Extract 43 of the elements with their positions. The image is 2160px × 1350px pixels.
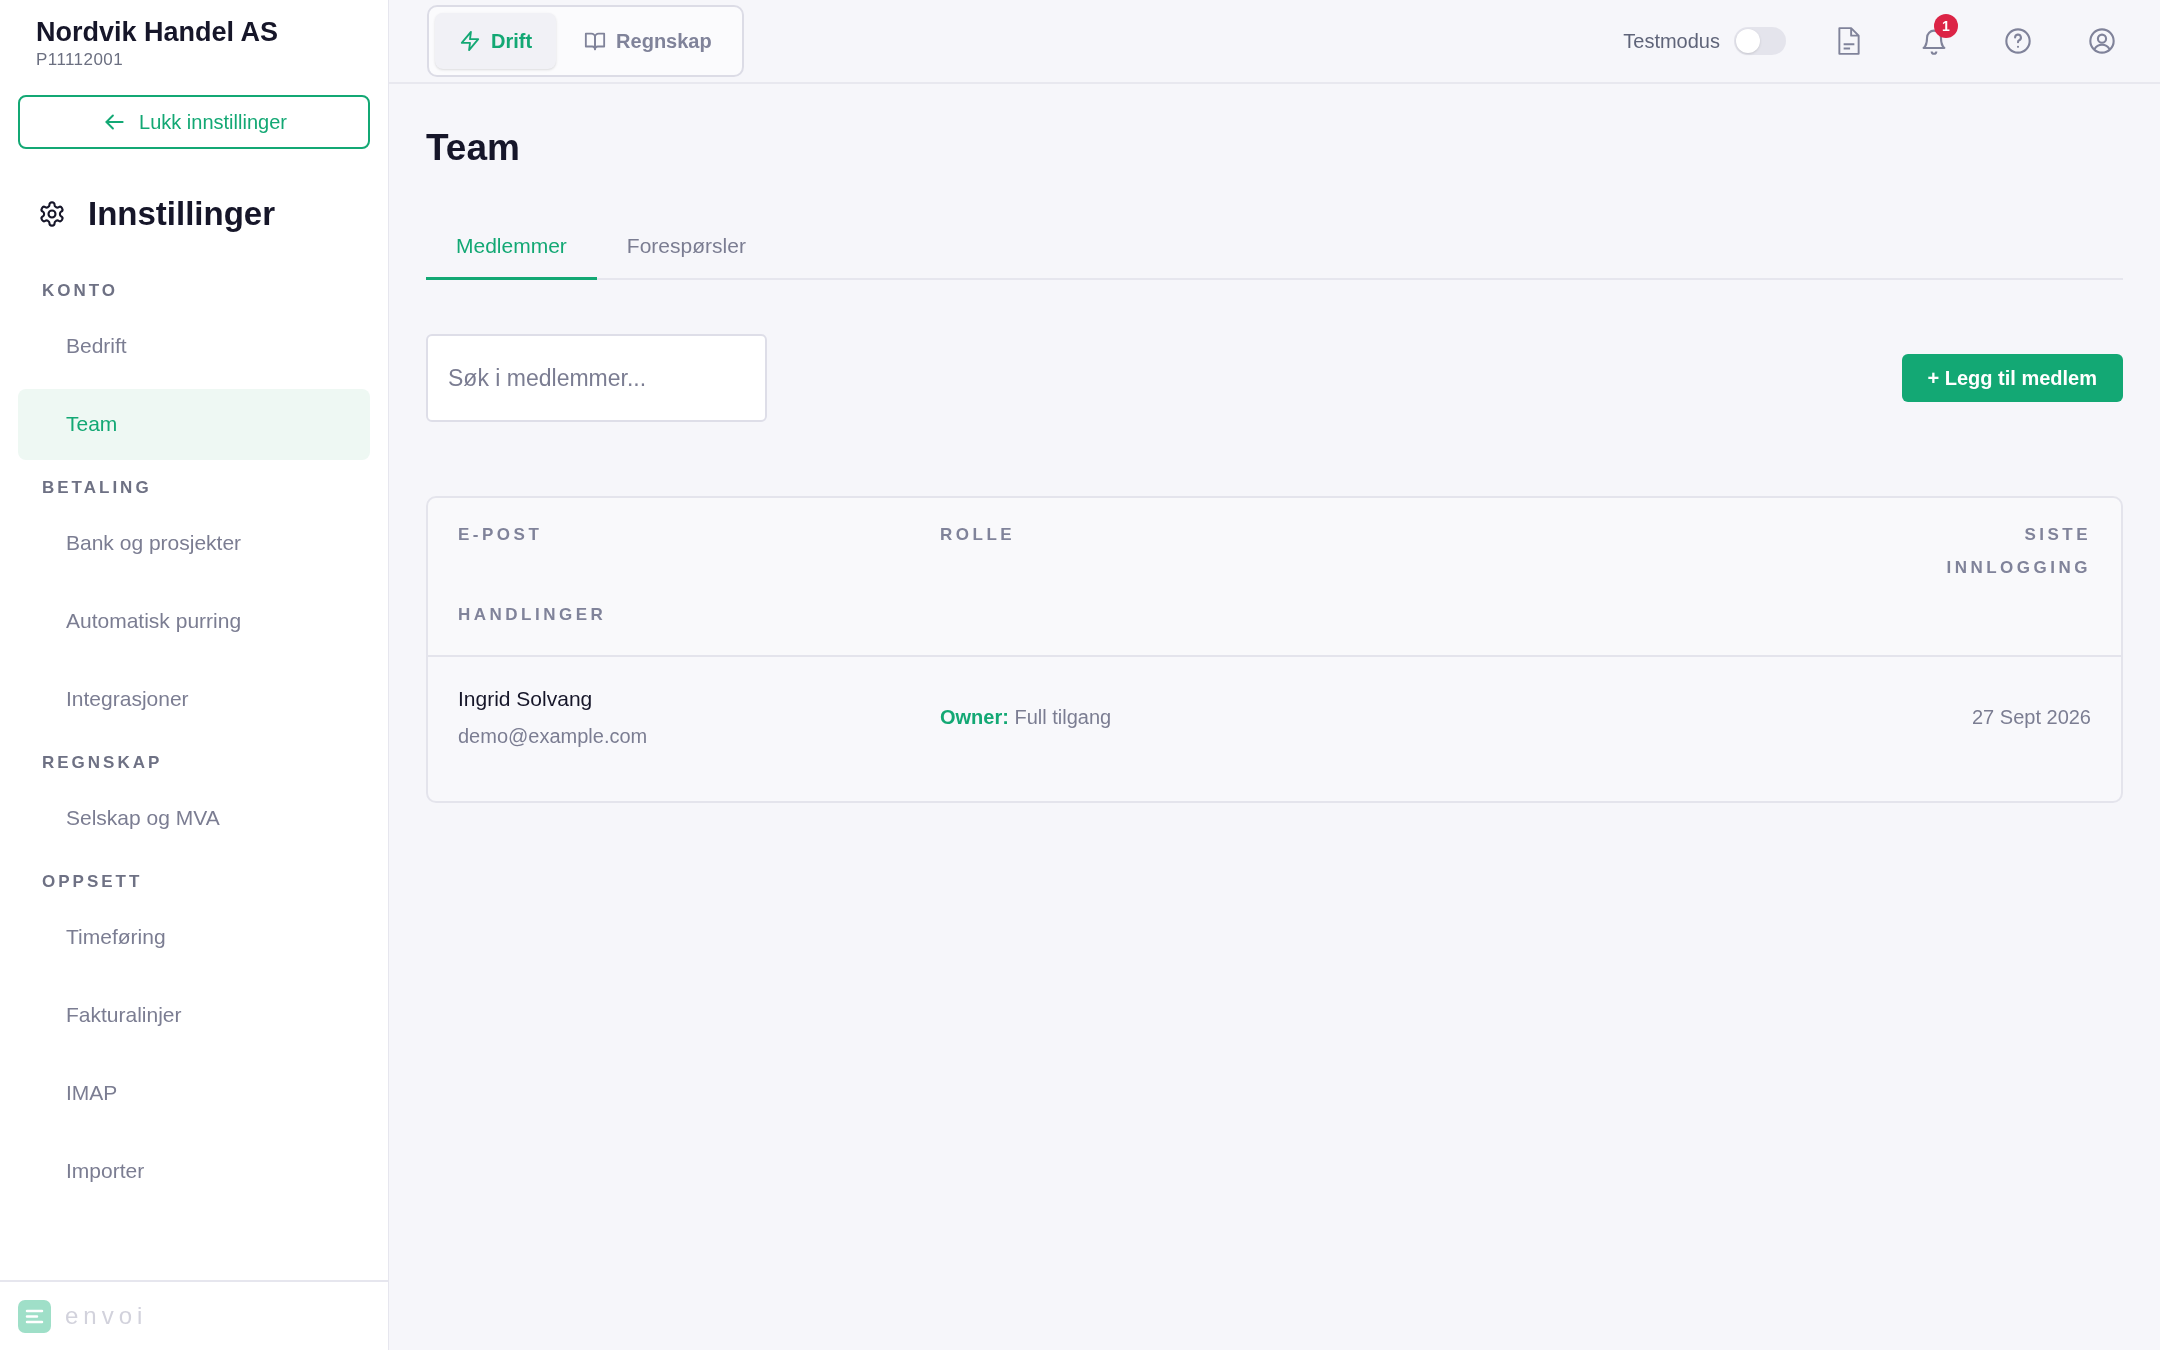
mode-tab[interactable]: Drift xyxy=(435,13,557,69)
book-icon xyxy=(584,30,607,52)
page-title: Team xyxy=(426,126,521,170)
column-header: SISTE INNLOGGING xyxy=(1945,524,2091,579)
company-id: P11112001 xyxy=(36,50,124,70)
sidebar-item[interactable]: Bank og prosjekter xyxy=(18,507,370,579)
section-label: KONTO xyxy=(41,279,120,302)
settings-icon xyxy=(38,199,66,228)
last-login: 27 Sept 2026 xyxy=(1972,704,2091,730)
lightning-icon xyxy=(459,30,481,52)
close-settings-button[interactable]: Lukk innstillinger xyxy=(18,95,370,149)
sidebar-item[interactable]: Team xyxy=(18,388,370,460)
sidebar-item[interactable]: Automatisk purring xyxy=(18,585,370,657)
sidebar-item[interactable]: Bedrift xyxy=(18,310,370,382)
tab[interactable]: Medlemmer xyxy=(426,214,597,280)
mode-tab[interactable]: Regnskap xyxy=(560,13,736,69)
sidebar-item[interactable]: Fakturalinjer xyxy=(18,979,370,1051)
sidebar-item[interactable]: IMAP xyxy=(18,1057,370,1129)
settings-title: Innstillinger xyxy=(88,194,275,234)
section-label: BETALING xyxy=(41,476,153,499)
help-icon[interactable] xyxy=(2004,27,2032,55)
test-mode-toggle[interactable] xyxy=(1734,27,1786,55)
add-member-button[interactable]: + Legg til medlem xyxy=(1901,354,2123,402)
member-email: demo@example.com xyxy=(458,723,649,749)
tab[interactable]: Forespørsler xyxy=(596,214,776,280)
test-mode-label: Testmodus xyxy=(1623,29,1720,54)
column-header: E-POST xyxy=(458,524,544,546)
sidebar-item[interactable]: Timeføring xyxy=(18,901,370,973)
column-header: ROLLE xyxy=(940,524,1017,546)
document-icon[interactable] xyxy=(1836,26,1862,56)
logo-icon xyxy=(18,1299,51,1333)
sidebar-item[interactable]: Selskap og MVA xyxy=(18,782,370,854)
sidebar-item[interactable]: Importer xyxy=(18,1135,370,1207)
notification-badge: 1 xyxy=(1934,14,1958,38)
company-name: Nordvik Handel AS xyxy=(36,16,280,49)
column-header: HANDLINGER xyxy=(458,604,608,626)
member-name: Ingrid Solvang xyxy=(458,686,594,712)
section-label: OPPSETT xyxy=(41,870,144,893)
sidebar-item[interactable]: Integrasjoner xyxy=(18,663,370,735)
user-icon[interactable] xyxy=(2088,27,2116,55)
search-field[interactable]: Søk i medlemmer... xyxy=(426,334,767,422)
section-label: REGNSKAP xyxy=(41,751,164,774)
member-role: Owner: Full tilgang xyxy=(940,704,1113,730)
